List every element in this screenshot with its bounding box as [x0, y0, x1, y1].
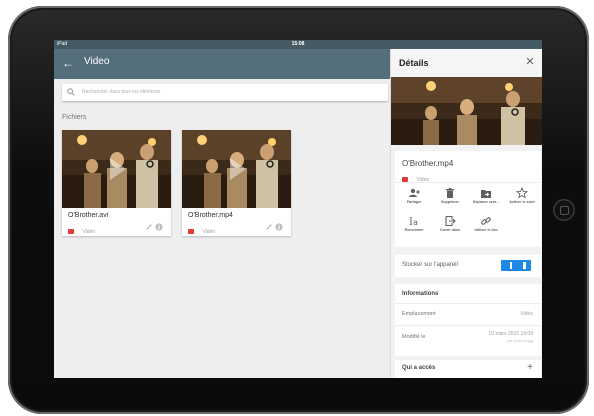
more-info-icon[interactable] — [275, 223, 283, 231]
divider — [395, 325, 541, 326]
file-card[interactable]: O'Brother.mp4 Vidéo — [182, 130, 291, 236]
trash-icon — [446, 188, 454, 198]
back-arrow-icon[interactable]: ← — [60, 55, 76, 71]
move-label: Déplacer vers... — [472, 200, 500, 204]
delete-button[interactable]: Supprimer — [433, 187, 467, 205]
details-header: Détails ✕ — [391, 49, 542, 77]
use-link-button[interactable]: Utiliser le lien — [469, 215, 503, 233]
modified-by: par yvan.mogg — [506, 338, 533, 343]
file-type: Vidéo — [68, 223, 95, 235]
open-in-icon — [445, 215, 456, 227]
store-on-device-label: Stocker sur l'appareil — [402, 262, 458, 268]
divider — [395, 303, 541, 304]
move-button[interactable]: Déplacer vers... — [469, 187, 503, 205]
offline-pin-icon — [266, 224, 272, 230]
toggle-knob — [523, 262, 526, 269]
file-type: Vidéo — [188, 223, 215, 235]
close-icon[interactable]: ✕ — [523, 55, 537, 69]
home-button[interactable] — [553, 199, 575, 221]
rename-button[interactable]: I a Renommer — [397, 215, 431, 233]
open-in-label: Ouvrir dans — [439, 228, 461, 232]
video-file-icon — [68, 229, 74, 235]
video-preview[interactable] — [391, 77, 542, 145]
status-bar: iPad 15:08 — [54, 40, 542, 49]
file-type-label: Vidéo — [202, 228, 216, 235]
add-icon[interactable]: + — [527, 362, 533, 374]
file-summary-card: O'Brother.mp4 Vidéo Partager Supprimer D… — [395, 151, 541, 247]
offline-pin-icon — [146, 224, 152, 230]
add-person-icon — [409, 188, 420, 197]
file-card[interactable]: O'Brother.avi Vidéo — [62, 130, 171, 236]
informations-section: Informations Emplacement Vidéo Modifié l… — [395, 284, 541, 356]
screen: iPad 15:08 ← Video Rechercher dans tous … — [54, 40, 542, 378]
toggle-bar — [510, 262, 512, 269]
move-folder-icon — [481, 190, 491, 198]
modified-value: 10 mars 2015 19:09 — [488, 331, 533, 337]
search-input[interactable]: Rechercher dans tous les éléments — [62, 84, 388, 101]
share-label: Partager — [406, 200, 422, 204]
section-label-files: Fichiers — [62, 114, 87, 121]
link-icon — [481, 217, 491, 225]
details-file-name: O'Brother.mp4 — [402, 159, 454, 168]
use-link-label: Utiliser le lien — [474, 228, 498, 232]
video-file-icon — [188, 229, 194, 235]
informations-heading: Informations — [402, 291, 439, 297]
location-label: Emplacement — [402, 311, 436, 317]
rename-label: Renommer — [404, 228, 424, 232]
details-panel: Détails ✕ O'Brother.mp4 Vidéo Partager S… — [390, 49, 542, 378]
delete-label: Supprimer — [441, 200, 459, 204]
page-title: Video — [84, 56, 110, 67]
more-info-icon[interactable] — [155, 223, 163, 231]
modified-label: Modifié le — [402, 334, 426, 340]
store-on-device-row: Stocker sur l'appareil — [395, 255, 541, 277]
divider — [395, 182, 541, 183]
star-button[interactable]: Activer le suivi — [505, 187, 539, 205]
access-heading: Qui a accès — [402, 365, 436, 371]
access-section: Qui a accès + — [395, 360, 541, 378]
video-thumbnail — [182, 130, 291, 208]
share-button[interactable]: Partager — [397, 187, 431, 205]
search-placeholder: Rechercher dans tous les éléments — [82, 89, 161, 95]
app-bar: ← Video — [54, 49, 390, 79]
star-icon — [516, 187, 528, 199]
video-thumbnail — [62, 130, 171, 208]
open-in-button[interactable]: Ouvrir dans — [433, 215, 467, 233]
location-value: Vidéo — [520, 311, 533, 317]
search-icon — [67, 88, 75, 96]
details-title: Détails — [399, 58, 429, 68]
store-on-device-toggle[interactable] — [501, 260, 531, 271]
file-name: O'Brother.avi — [68, 212, 109, 219]
svg-text:a: a — [413, 218, 418, 227]
file-name: O'Brother.mp4 — [188, 212, 233, 219]
status-time: 15:08 — [291, 41, 305, 47]
file-type-label: Vidéo — [82, 228, 96, 235]
star-label: Activer le suivi — [509, 200, 535, 204]
rename-icon: I a — [409, 217, 418, 227]
